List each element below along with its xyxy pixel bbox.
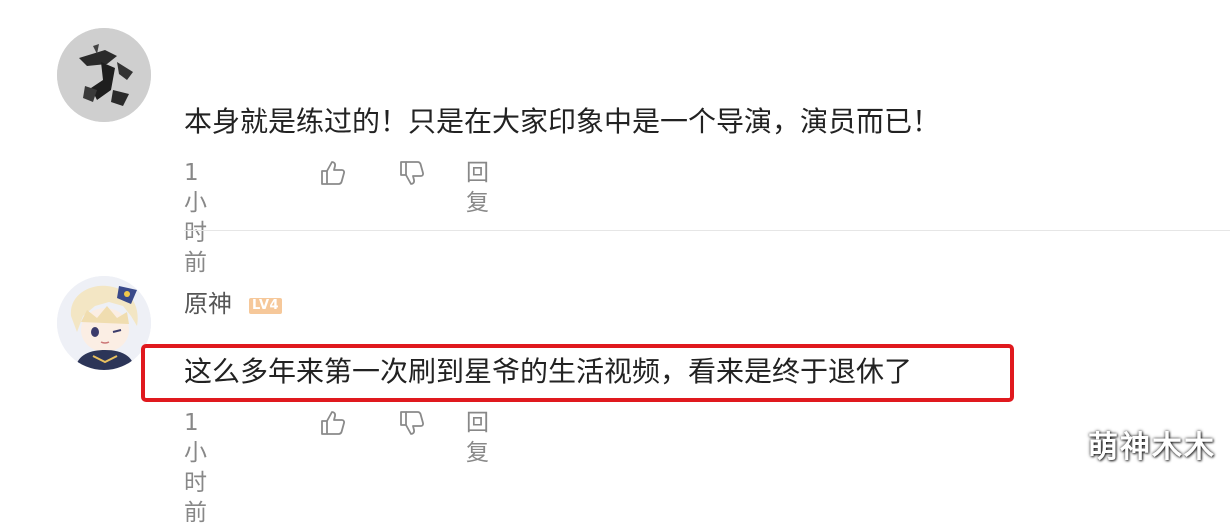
thumbs-down-icon[interactable] <box>397 408 427 438</box>
highlight-box <box>141 344 1014 402</box>
thumbs-up-icon[interactable] <box>318 158 348 188</box>
reply-button[interactable]: 回复 <box>466 408 489 468</box>
thumbs-down-icon[interactable] <box>397 158 427 188</box>
watermark: 萌神木木 <box>1088 430 1216 465</box>
reply-button[interactable]: 回复 <box>466 158 489 218</box>
level-badge: LV4 <box>249 298 283 314</box>
timestamp: 1小时前 <box>184 410 207 526</box>
ink-calligraphy-avatar-icon <box>57 28 151 122</box>
avatar[interactable] <box>57 276 151 370</box>
comment-item: 本身就是练过的！只是在大家印象中是一个导演，演员而已！ 1小时前 回复 <box>0 0 1230 276</box>
username[interactable]: 原神 <box>184 289 232 319</box>
thumbs-up-icon[interactable] <box>318 408 348 438</box>
avatar[interactable] <box>57 28 151 122</box>
comment-text: 本身就是练过的！只是在大家印象中是一个导演，演员而已！ <box>184 105 941 138</box>
anime-character-avatar-icon <box>57 276 151 370</box>
